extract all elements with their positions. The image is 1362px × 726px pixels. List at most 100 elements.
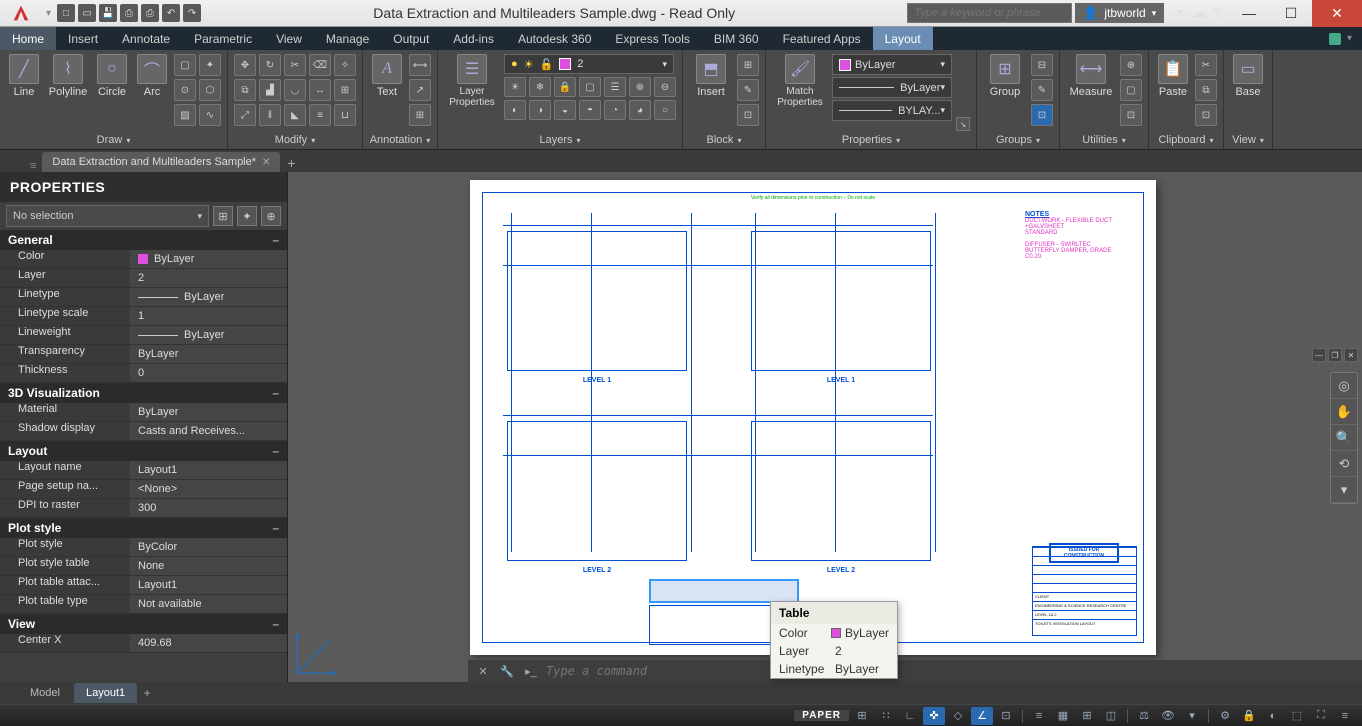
prop-group-layout[interactable]: Layout	[0, 441, 287, 461]
tab-manage[interactable]: Manage	[314, 27, 381, 50]
base-button[interactable]: ▭Base	[1230, 54, 1266, 131]
tab-annotate[interactable]: Annotate	[110, 27, 182, 50]
sb-sc-icon[interactable]: ◫	[1100, 707, 1122, 725]
prop-value[interactable]: 409.68	[130, 634, 287, 653]
layer-tool-10[interactable]: ◒	[554, 100, 576, 120]
panel-utilities-title[interactable]: Utilities	[1066, 131, 1142, 149]
polyline-button[interactable]: ⌇Polyline	[46, 54, 90, 131]
close-button[interactable]: ✕	[1312, 0, 1362, 27]
measure-button[interactable]: ⟷Measure	[1066, 54, 1116, 131]
filetab-menu-icon[interactable]: ≡	[24, 160, 42, 172]
tab-insert[interactable]: Insert	[56, 27, 110, 50]
help-search-input[interactable]	[907, 3, 1072, 23]
prop-row[interactable]: Plot styleByColor	[0, 538, 287, 557]
prop-value[interactable]: 300	[130, 499, 287, 518]
props-launcher-icon[interactable]: ↘	[956, 117, 970, 131]
sb-grid-icon[interactable]: ⊞	[851, 707, 873, 725]
layer-tool-7[interactable]: ⊖	[654, 77, 676, 97]
circle-button[interactable]: ○Circle	[94, 54, 130, 131]
layer-tool-14[interactable]: ○	[654, 100, 676, 120]
layer-tool-13[interactable]: ◕	[629, 100, 651, 120]
prop-value[interactable]: Casts and Receives...	[130, 422, 287, 441]
paste-button[interactable]: 📋Paste	[1155, 54, 1191, 131]
leader-icon[interactable]: ↗	[409, 79, 431, 101]
sb-clean-icon[interactable]: ⛶	[1310, 707, 1332, 725]
draw-more-4[interactable]: ⬡	[199, 79, 221, 101]
lineweight-dropdown[interactable]: ByLayer▾	[832, 77, 952, 98]
move-icon[interactable]: ✥	[234, 54, 256, 76]
sb-ann-icon[interactable]: ⚖	[1133, 707, 1155, 725]
layer-tool-6[interactable]: ⊕	[629, 77, 651, 97]
array-icon[interactable]: ⊞	[334, 79, 356, 101]
prop-row[interactable]: Layer2	[0, 269, 287, 288]
prop-row[interactable]: ColorByLayer	[0, 250, 287, 269]
prop-row[interactable]: Linetype scale1	[0, 307, 287, 326]
clip-3-icon[interactable]: ⊡	[1195, 104, 1217, 126]
linetype-dropdown[interactable]: BYLAY...▾	[832, 100, 952, 121]
join-icon[interactable]: ⊔	[334, 104, 356, 126]
nav-orbit-icon[interactable]: ⟲	[1331, 451, 1357, 477]
tab-bim360[interactable]: BIM 360	[702, 27, 771, 50]
copy-clip-icon[interactable]: ⧉	[1195, 79, 1217, 101]
help-icon[interactable]: ?	[1213, 6, 1220, 20]
cut-icon[interactable]: ✂	[1195, 54, 1217, 76]
prop-value[interactable]: 1	[130, 307, 287, 326]
prop-row[interactable]: DPI to raster300	[0, 499, 287, 518]
panel-modify-title[interactable]: Modify	[234, 131, 356, 149]
sb-snap-icon[interactable]: ∷	[875, 707, 897, 725]
prop-row[interactable]: Shadow displayCasts and Receives...	[0, 422, 287, 441]
sb-lwt-icon[interactable]: ≡	[1028, 707, 1050, 725]
prop-value[interactable]: ByLayer	[130, 345, 287, 364]
layer-tool-1[interactable]: ☀	[504, 77, 526, 97]
rotate-icon[interactable]: ↻	[259, 54, 281, 76]
panel-annotation-title[interactable]: Annotation	[369, 131, 431, 149]
qat-undo-icon[interactable]: ↶	[162, 4, 180, 22]
prop-value[interactable]: Not available	[130, 595, 287, 614]
file-tab-active[interactable]: Data Extraction and Multileaders Sample*…	[42, 152, 280, 172]
panel-view-title[interactable]: View	[1230, 131, 1266, 149]
prop-row[interactable]: MaterialByLayer	[0, 403, 287, 422]
stretch-icon[interactable]: ↔	[309, 79, 331, 101]
table-icon[interactable]: ⊞	[409, 104, 431, 126]
nav-zoom-icon[interactable]: 🔍	[1331, 425, 1357, 451]
line-button[interactable]: ╱Line	[6, 54, 42, 131]
panel-layers-title[interactable]: Layers	[444, 131, 676, 149]
tab-featuredapps[interactable]: Featured Apps	[771, 27, 873, 50]
panel-clipboard-title[interactable]: Clipboard	[1155, 131, 1217, 149]
panel-groups-title[interactable]: Groups	[983, 131, 1053, 149]
sb-custom-icon[interactable]: ≡	[1334, 707, 1356, 725]
toggle-pickadd-icon[interactable]: ⊕	[261, 206, 281, 226]
tab-output[interactable]: Output	[381, 27, 441, 50]
prop-value[interactable]: ByColor	[130, 538, 287, 557]
tab-home[interactable]: Home	[0, 27, 56, 50]
panel-properties-title[interactable]: Properties	[772, 131, 970, 149]
tab-layout[interactable]: Layout	[873, 27, 933, 50]
nav-more-icon[interactable]: ▾	[1331, 477, 1357, 503]
panel-draw-title[interactable]: Draw	[6, 131, 221, 149]
app-logo[interactable]	[0, 0, 42, 27]
sb-qp-icon[interactable]: ⊞	[1076, 707, 1098, 725]
prop-value[interactable]: Layout1	[130, 461, 287, 480]
block-attr-icon[interactable]: ⊡	[737, 104, 759, 126]
exchange-icon[interactable]: ✕	[1175, 6, 1185, 20]
prop-group-view[interactable]: View	[0, 614, 287, 634]
signin-button[interactable]: 👤 jtbworld ▾	[1075, 3, 1164, 23]
group-sel-icon[interactable]: ⊡	[1031, 104, 1053, 126]
apps-icon[interactable]	[1329, 33, 1341, 45]
mdi-restore-icon[interactable]: ❐	[1328, 348, 1342, 362]
qat-open-icon[interactable]: ▭	[78, 4, 96, 22]
copy-icon[interactable]: ⧉	[234, 79, 256, 101]
tab-parametric[interactable]: Parametric	[182, 27, 264, 50]
draw-more-6[interactable]: ∿	[199, 104, 221, 126]
cmd-customize-icon[interactable]: 🔧	[498, 662, 516, 680]
prop-value[interactable]: None	[130, 557, 287, 576]
prop-row[interactable]: TransparencyByLayer	[0, 345, 287, 364]
command-input[interactable]	[546, 664, 1356, 678]
prop-row[interactable]: Center X409.68	[0, 634, 287, 653]
layer-tool-2[interactable]: ❄	[529, 77, 551, 97]
prop-row[interactable]: Thickness0	[0, 364, 287, 383]
sb-scale-icon[interactable]: ▾	[1181, 707, 1203, 725]
sb-otrack-icon[interactable]: ∠	[971, 707, 993, 725]
prop-value[interactable]: ByLayer	[130, 288, 287, 307]
prop-value[interactable]: ByLayer	[130, 403, 287, 422]
